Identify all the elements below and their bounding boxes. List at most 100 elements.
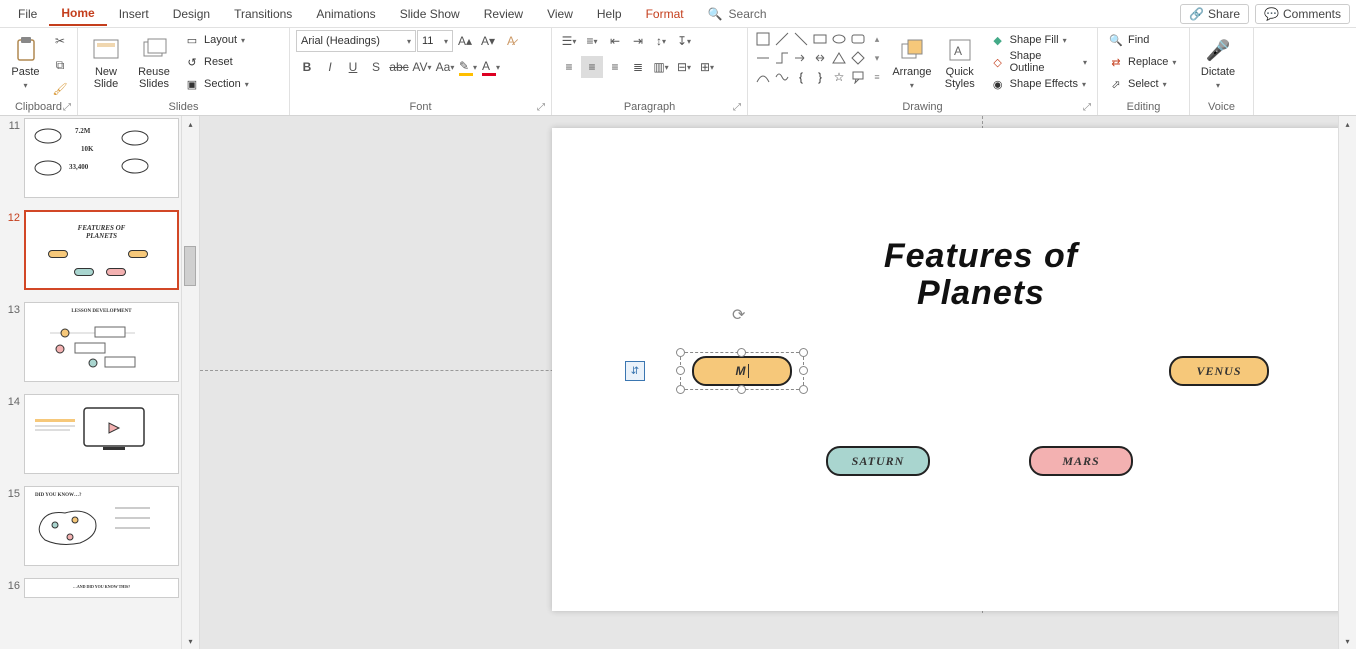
shape-connector1-icon[interactable] [754, 49, 772, 67]
align-right-button[interactable]: ≡ [604, 56, 626, 78]
resize-handle-ne[interactable] [799, 348, 808, 357]
resize-handle-se[interactable] [799, 385, 808, 394]
scrollbar-handle[interactable] [184, 246, 196, 286]
tab-format[interactable]: Format [634, 3, 696, 25]
rotate-handle-icon[interactable]: ⟳ [732, 305, 752, 325]
align-center-button[interactable]: ≡ [581, 56, 603, 78]
justify-button[interactable]: ≣ [627, 56, 649, 78]
bold-button[interactable]: B [296, 56, 318, 78]
smartart-button[interactable]: ⊞▾ [696, 56, 718, 78]
shape-effects-button[interactable]: ◉Shape Effects▾ [986, 74, 1091, 94]
thumbnail-13[interactable]: 13 LESSON DEVELOPMENT [2, 302, 179, 382]
gallery-more-icon[interactable]: ≡ [868, 68, 886, 86]
autofit-options-icon[interactable]: ⇵ [625, 361, 645, 381]
shape-arrow-icon[interactable] [792, 49, 810, 67]
new-slide-button[interactable]: New Slide [84, 30, 128, 96]
reuse-slides-button[interactable]: Reuse Slides [132, 30, 176, 96]
section-button[interactable]: ▣Section▾ [180, 74, 253, 94]
resize-handle-nw[interactable] [676, 348, 685, 357]
tab-insert[interactable]: Insert [107, 3, 161, 25]
shrink-font-button[interactable]: A▾ [477, 30, 499, 52]
resize-handle-e[interactable] [799, 366, 808, 375]
reset-button[interactable]: ↺Reset [180, 52, 253, 72]
bullets-button[interactable]: ☰▾ [558, 30, 580, 52]
shape-roundrect-icon[interactable] [849, 30, 867, 48]
thumbnail-12[interactable]: 12 FEATURES OF PLANETS [2, 210, 179, 290]
indent-inc-button[interactable]: ⇥ [627, 30, 649, 52]
shape-arc-icon[interactable] [754, 68, 772, 86]
shadow-button[interactable]: S [365, 56, 387, 78]
resize-handle-sw[interactable] [676, 385, 685, 394]
copy-button[interactable]: ⧉ [49, 54, 71, 76]
dialog-launcher-icon[interactable]: ⤢ [733, 102, 741, 113]
shape-connector2-icon[interactable] [773, 49, 791, 67]
scroll-down-icon[interactable]: ▾ [182, 633, 199, 649]
font-name-combo[interactable]: Arial (Headings)▾ [296, 30, 416, 52]
shapes-gallery[interactable]: ▴ ▾ { } ☆ ≡ [754, 30, 886, 86]
shape-fill-button[interactable]: ◆Shape Fill▾ [986, 30, 1091, 50]
select-button[interactable]: ⬀Select▾ [1104, 74, 1180, 94]
shape-textbox-icon[interactable] [754, 30, 772, 48]
tab-home[interactable]: Home [49, 2, 106, 26]
arrange-button[interactable]: Arrange▾ [890, 30, 934, 96]
tab-file[interactable]: File [6, 3, 49, 25]
dialog-launcher-icon[interactable]: ⤢ [1083, 102, 1091, 113]
resize-handle-s[interactable] [737, 385, 746, 394]
tab-transitions[interactable]: Transitions [222, 3, 304, 25]
dialog-launcher-icon[interactable]: ⤢ [537, 102, 545, 113]
shape-line-icon[interactable] [773, 30, 791, 48]
dialog-launcher-icon[interactable]: ⤢ [63, 102, 71, 113]
tab-animations[interactable]: Animations [304, 3, 387, 25]
shape-outline-button[interactable]: ◇Shape Outline▾ [986, 52, 1091, 72]
font-color-button[interactable]: A▾ [480, 56, 502, 78]
scroll-up-icon[interactable]: ▴ [182, 116, 199, 132]
search-box[interactable]: 🔍 Search [696, 7, 779, 21]
indent-dec-button[interactable]: ⇤ [604, 30, 626, 52]
clear-format-button[interactable]: A̷ [500, 30, 522, 52]
text-direction-button[interactable]: ↧▾ [673, 30, 695, 52]
shape-line2-icon[interactable] [792, 30, 810, 48]
underline-button[interactable]: U [342, 56, 364, 78]
scroll-up-icon[interactable]: ▴ [1339, 116, 1356, 132]
change-case-button[interactable]: Aa▾ [434, 56, 456, 78]
dictate-button[interactable]: 🎤 Dictate▾ [1196, 30, 1240, 96]
shape-mars[interactable]: MARS [1029, 446, 1133, 476]
thumbnail-16[interactable]: 16 …AND DID YOU KNOW THIS? [2, 578, 179, 598]
columns-button[interactable]: ▥▾ [650, 56, 672, 78]
tab-design[interactable]: Design [161, 3, 222, 25]
align-text-button[interactable]: ⊟▾ [673, 56, 695, 78]
numbering-button[interactable]: ≡▾ [581, 30, 603, 52]
tab-help[interactable]: Help [585, 3, 634, 25]
highlight-button[interactable]: ✎▾ [457, 56, 479, 78]
slide-title[interactable]: Features of Planets [552, 238, 1356, 313]
slide[interactable]: Features of Planets VENUS SATURN MARS M [552, 128, 1356, 611]
scroll-down-icon[interactable]: ▾ [1339, 633, 1356, 649]
font-size-combo[interactable]: 11▾ [417, 30, 453, 52]
quick-styles-button[interactable]: A Quick Styles [938, 30, 982, 96]
resize-handle-w[interactable] [676, 366, 685, 375]
thumbnail-11[interactable]: 11 7.2M 10K 33,400 [2, 118, 179, 198]
selection-box[interactable]: ⟳ ⇵ [680, 352, 804, 390]
replace-button[interactable]: ⇄Replace▾ [1104, 52, 1180, 72]
align-left-button[interactable]: ≡ [558, 56, 580, 78]
thumbnail-15[interactable]: 15 DID YOU KNOW…? [2, 486, 179, 566]
tab-view[interactable]: View [535, 3, 585, 25]
tab-review[interactable]: Review [472, 3, 535, 25]
paste-button[interactable]: Paste ▾ [6, 30, 45, 96]
shape-venus[interactable]: VENUS [1169, 356, 1269, 386]
thumbnail-14[interactable]: 14 [2, 394, 179, 474]
italic-button[interactable]: I [319, 56, 341, 78]
find-button[interactable]: 🔍Find [1104, 30, 1180, 50]
strike-button[interactable]: abc [388, 56, 410, 78]
shape-brace-icon[interactable]: { [792, 68, 810, 86]
shape-rect-icon[interactable] [811, 30, 829, 48]
comments-button[interactable]: 💬 Comments [1255, 4, 1350, 24]
shape-diamond-icon[interactable] [849, 49, 867, 67]
shape-triangle-icon[interactable] [830, 49, 848, 67]
char-spacing-button[interactable]: AV▾ [411, 56, 433, 78]
shape-star-icon[interactable]: ☆ [830, 68, 848, 86]
gallery-down-icon[interactable]: ▾ [868, 49, 886, 67]
cut-button[interactable]: ✂ [49, 30, 71, 52]
grow-font-button[interactable]: A▴ [454, 30, 476, 52]
shape-callout-icon[interactable] [849, 68, 867, 86]
